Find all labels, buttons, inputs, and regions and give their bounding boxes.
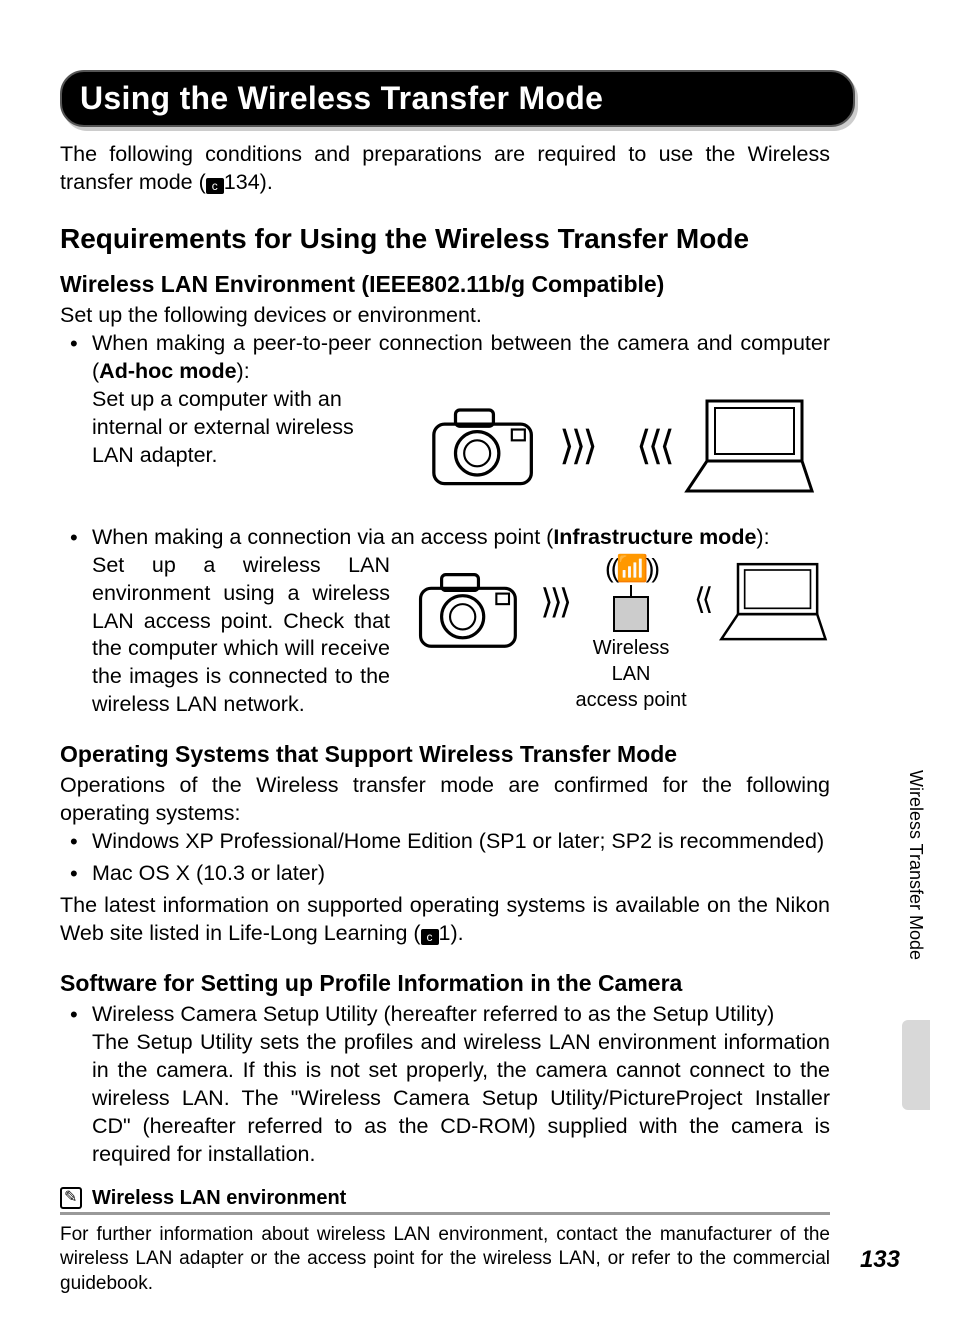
reference-icon: c xyxy=(206,178,224,194)
note-divider xyxy=(60,1212,830,1215)
os-item-mac: Mac OS X (10.3 or later) xyxy=(60,860,830,888)
os-tail: The latest information on supported oper… xyxy=(60,892,830,948)
signal-waves-in-icon: ⟨⟨ xyxy=(694,580,709,619)
signal-waves-out-icon: ⟩⟩⟩ xyxy=(540,580,568,624)
os-heading: Operating Systems that Support Wireless … xyxy=(60,741,830,768)
infra-mode-label: Infrastructure mode xyxy=(553,525,756,549)
adhoc-illustration: ⟩⟩⟩ ⟨⟨⟨ xyxy=(410,386,830,506)
note-icon xyxy=(60,1187,82,1209)
page-number: 133 xyxy=(860,1246,900,1274)
note-body: For further information about wireless L… xyxy=(60,1223,830,1297)
note-title: Wireless LAN environment xyxy=(92,1187,346,1210)
access-point-icon xyxy=(606,585,656,635)
intro-paragraph: The following conditions and preparation… xyxy=(60,141,830,197)
reference-icon: c xyxy=(421,929,439,945)
page-title-bar: Using the Wireless Transfer Mode xyxy=(60,70,855,127)
laptop-icon xyxy=(713,560,830,643)
signal-waves-out-icon: ⟩⟩⟩ xyxy=(559,420,594,472)
infra-text-a: When making a connection via an access p… xyxy=(92,525,553,549)
software-item-lead: Wireless Camera Setup Utility (hereafter… xyxy=(92,1001,830,1029)
wlan-item-infra: When making a connection via an access p… xyxy=(60,524,830,720)
camera-icon xyxy=(423,397,553,495)
infra-text-c: ): xyxy=(756,525,769,549)
ap-label-2: access point xyxy=(575,687,686,713)
wlan-heading: Wireless LAN Environment (IEEE802.11b/g … xyxy=(60,271,830,298)
adhoc-mode-label: Ad-hoc mode xyxy=(99,359,236,383)
page-title: Using the Wireless Transfer Mode xyxy=(80,80,603,116)
ap-label-1: Wireless LAN xyxy=(572,635,690,687)
os-section: Operating Systems that Support Wireless … xyxy=(60,741,830,948)
side-tab-label: Wireless Transfer Mode xyxy=(905,770,926,960)
wlan-section: Wireless LAN Environment (IEEE802.11b/g … xyxy=(60,271,830,719)
os-lead: Operations of the Wireless transfer mode… xyxy=(60,772,830,828)
intro-ref: 134). xyxy=(224,170,273,194)
wlan-item-adhoc: When making a peer-to-peer connection be… xyxy=(60,330,830,506)
side-tab-marker xyxy=(902,1020,930,1110)
wlan-lead: Set up the following devices or environm… xyxy=(60,302,830,330)
camera-icon xyxy=(410,562,536,657)
requirements-heading: Requirements for Using the Wireless Tran… xyxy=(60,223,830,255)
infra-illustration: ⟩⟩⟩ ((📶)) Wireless LAN access point ⟨⟨ xyxy=(410,552,830,672)
signal-waves-in-icon: ⟨⟨⟨ xyxy=(636,420,671,472)
software-heading: Software for Setting up Profile Informat… xyxy=(60,970,830,997)
laptop-icon xyxy=(677,396,817,496)
software-item-body: The Setup Utility sets the profiles and … xyxy=(92,1029,830,1169)
adhoc-desc: Set up a computer with an internal or ex… xyxy=(92,386,390,470)
software-section: Software for Setting up Profile Informat… xyxy=(60,970,830,1169)
software-item: Wireless Camera Setup Utility (hereafter… xyxy=(60,1001,830,1169)
intro-text-a: The following conditions and preparation… xyxy=(60,142,830,194)
note-header: Wireless LAN environment xyxy=(60,1187,830,1210)
os-tail-b: 1). xyxy=(439,921,464,945)
access-point-group: ((📶)) Wireless LAN access point xyxy=(572,552,690,714)
os-item-windows: Windows XP Professional/Home Edition (SP… xyxy=(60,828,830,856)
ap-signal-icon: ((📶)) xyxy=(605,552,657,586)
adhoc-text-c: ): xyxy=(237,359,250,383)
infra-desc: Set up a wireless LAN environment using … xyxy=(92,552,390,720)
